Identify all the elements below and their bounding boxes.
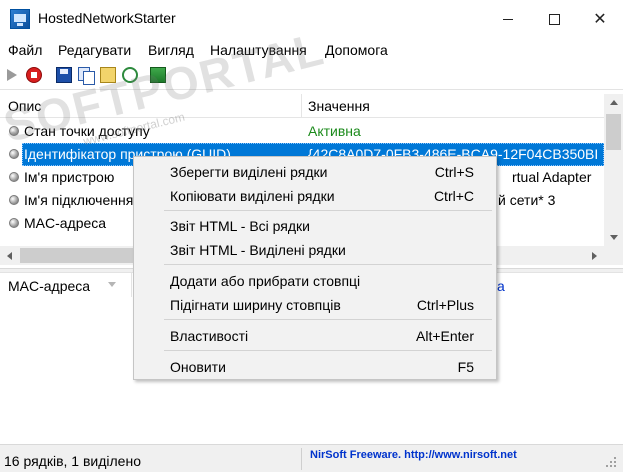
chevron-right-icon (592, 251, 597, 260)
scroll-up-button[interactable] (604, 94, 623, 111)
scrollbar-corner (604, 246, 623, 265)
window-title: HostedNetworkStarter (38, 10, 176, 26)
menu-refresh[interactable]: Оновити F5 (136, 355, 494, 379)
row-value: й сети* 3 (498, 192, 556, 208)
row-description: MAC-адреса (24, 215, 107, 231)
column-value[interactable]: Значення (308, 98, 370, 114)
scroll-right-button[interactable] (585, 246, 604, 265)
app-network-icon (10, 9, 30, 29)
maximize-button[interactable] (531, 0, 577, 38)
chevron-up-icon (609, 100, 618, 105)
column-mac-address[interactable]: MAC-адреса (8, 278, 90, 294)
menu-save-selected[interactable]: Зберегти виділені рядки Ctrl+S (136, 160, 494, 184)
column-divider[interactable] (131, 273, 132, 297)
menu-file[interactable]: Файл (8, 42, 42, 58)
menu-html-selected-rows[interactable]: Звіт HTML - Виділені рядки (136, 238, 494, 262)
minimize-button[interactable] (485, 0, 531, 38)
play-icon[interactable] (4, 67, 20, 83)
menu-separator (164, 350, 492, 351)
stop-icon[interactable] (26, 67, 42, 83)
maximize-icon (548, 13, 560, 25)
bullet-icon (9, 172, 19, 182)
scroll-down-button[interactable] (604, 229, 623, 246)
menu-item-shortcut: F5 (457, 359, 474, 375)
status-row-count: 16 рядків, 1 виділено (4, 453, 141, 469)
status-bar: 16 рядків, 1 виділено NirSoft Freeware. … (0, 444, 623, 472)
menu-copy-selected[interactable]: Копіювати виділені рядки Ctrl+C (136, 184, 494, 208)
minimize-icon (503, 18, 513, 20)
menu-item-shortcut: Ctrl+Plus (416, 297, 474, 313)
column-divider[interactable] (301, 94, 302, 118)
vertical-scrollbar[interactable] (604, 94, 623, 246)
menu-item-label: Звіт HTML - Виділені рядки (170, 242, 346, 258)
row-value: rtual Adapter (512, 169, 592, 185)
lower-list-fragment: a (497, 278, 505, 294)
row-value: Активна (308, 123, 361, 139)
close-button[interactable]: ✕ (577, 0, 623, 38)
menu-help[interactable]: Допомога (325, 42, 388, 58)
menu-auto-size-columns[interactable]: Підігнати ширину стовпців Ctrl+Plus (136, 293, 494, 317)
nirsoft-link[interactable]: NirSoft Freeware. http://www.nirsoft.net (310, 449, 517, 461)
scroll-left-button[interactable] (0, 246, 19, 265)
row-description: Ім'я підключення (24, 192, 134, 208)
menu-item-shortcut: Alt+Enter (416, 328, 474, 344)
save-icon[interactable] (56, 67, 72, 83)
chevron-left-icon (7, 251, 12, 260)
menu-properties[interactable]: Властивості Alt+Enter (136, 324, 494, 348)
sort-arrow-icon (108, 282, 116, 287)
bullet-icon (9, 218, 19, 228)
menu-item-shortcut: Ctrl+C (433, 188, 474, 204)
row-description: Ім'я пристрою (24, 169, 115, 185)
context-menu: Зберегти виділені рядки Ctrl+S Копіювати… (133, 156, 497, 380)
menu-choose-columns[interactable]: Додати або прибрати стовпці (136, 269, 494, 293)
menu-item-label: Звіт HTML - Всі рядки (170, 218, 310, 234)
status-divider (301, 448, 302, 470)
menu-edit[interactable]: Редагувати (58, 42, 131, 58)
menu-item-label: Додати або прибрати стовпці (170, 273, 361, 289)
chevron-down-icon (609, 235, 618, 240)
close-icon: ✕ (593, 11, 607, 28)
menu-separator (164, 210, 492, 211)
menu-item-shortcut: Ctrl+S (434, 164, 474, 180)
scroll-thumb[interactable] (606, 114, 621, 150)
bullet-icon (9, 195, 19, 205)
menu-separator (164, 264, 492, 265)
menu-html-all-rows[interactable]: Звіт HTML - Всі рядки (136, 214, 494, 238)
menu-separator (164, 319, 492, 320)
resize-grip-icon[interactable] (604, 455, 618, 469)
